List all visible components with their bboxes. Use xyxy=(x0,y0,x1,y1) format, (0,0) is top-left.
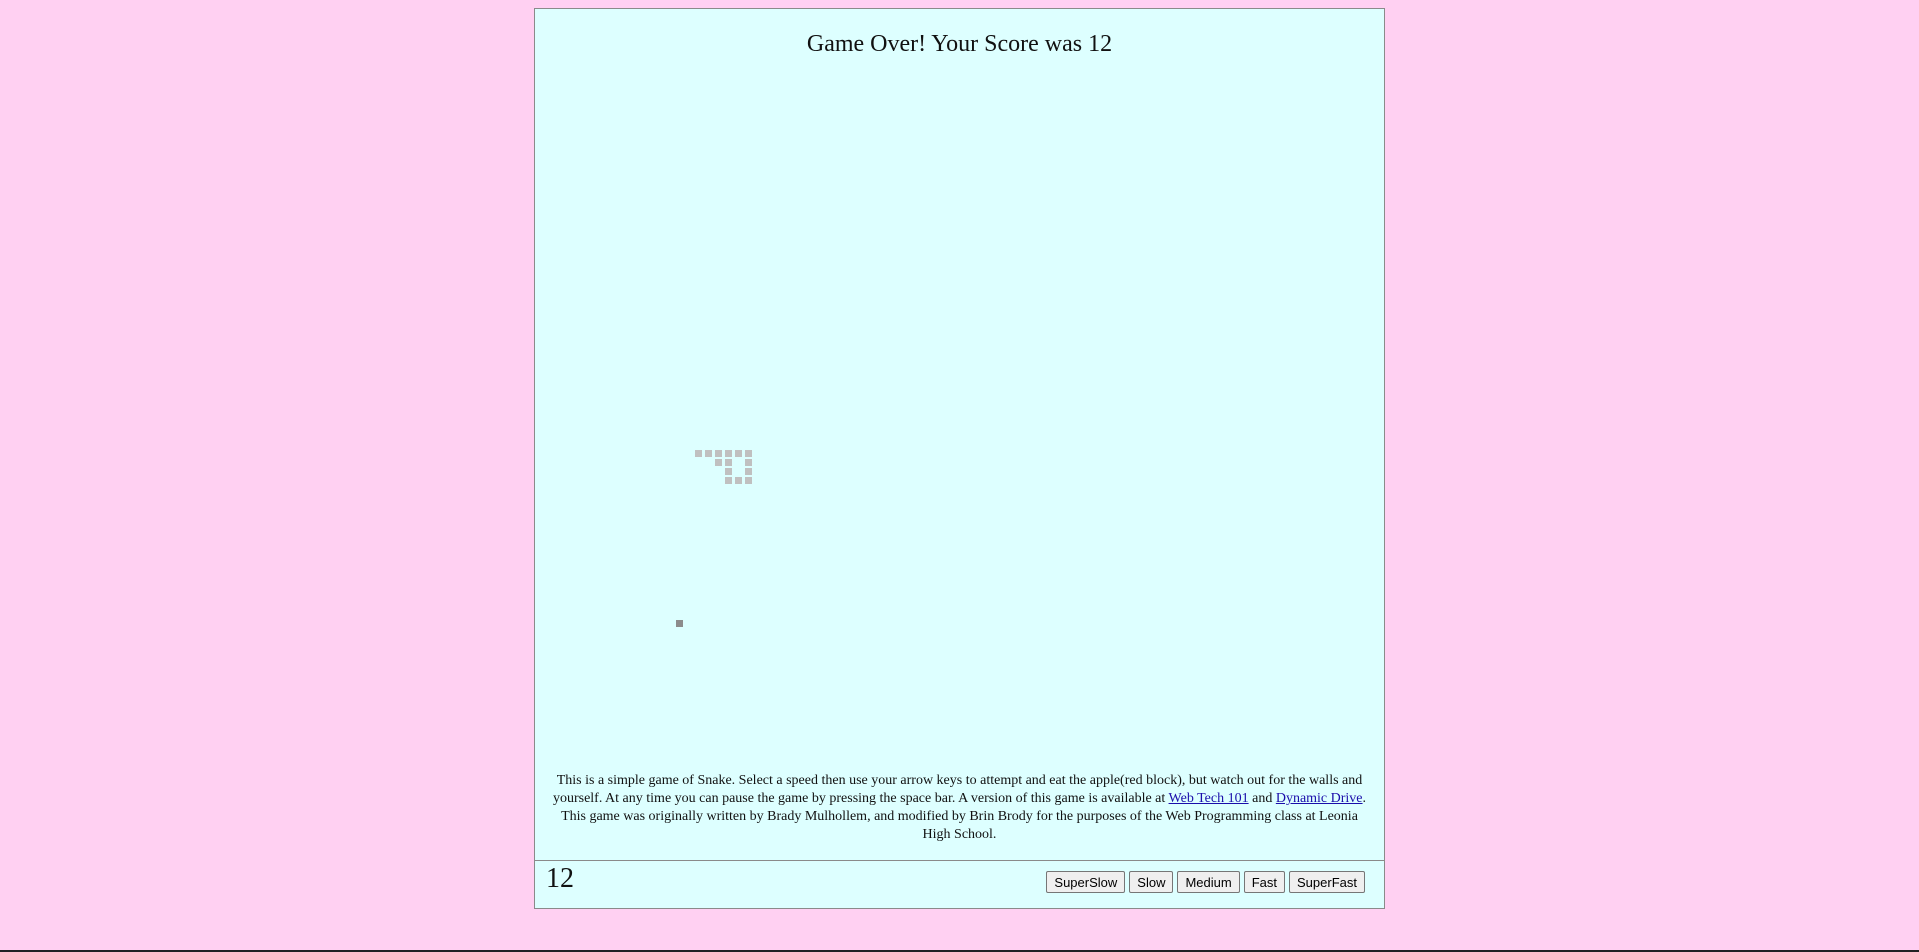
snake-segment xyxy=(715,450,722,457)
fast-button[interactable]: Fast xyxy=(1243,871,1286,893)
food-block xyxy=(676,620,683,627)
game-panel: Game Over! Your Score was 12 This is a s… xyxy=(534,8,1385,909)
snake-segment xyxy=(725,468,732,475)
slow-button[interactable]: Slow xyxy=(1129,871,1174,893)
snake-segment xyxy=(715,459,722,466)
snake-segment xyxy=(745,477,752,484)
snake-segment xyxy=(745,450,752,457)
snake-segment xyxy=(745,459,752,466)
snake-segment xyxy=(745,468,752,475)
dynamic-drive-link[interactable]: Dynamic Drive xyxy=(1276,791,1363,806)
superfast-button[interactable]: SuperFast xyxy=(1289,871,1365,893)
game-status-message: Game Over! Your Score was 12 xyxy=(806,31,1113,57)
web-tech-101-link[interactable]: Web Tech 101 xyxy=(1169,791,1249,806)
snake-segment xyxy=(725,459,732,466)
game-description: This is a simple game of Snake. Select a… xyxy=(551,772,1368,844)
control-bar: 12 SuperSlow Slow Medium Fast SuperFast xyxy=(535,860,1384,908)
medium-button[interactable]: Medium xyxy=(1177,871,1240,893)
superslow-button[interactable]: SuperSlow xyxy=(1046,871,1126,893)
snake-segment xyxy=(725,477,732,484)
snake-segment xyxy=(735,450,742,457)
snake-segment xyxy=(705,450,712,457)
snake-segment xyxy=(695,450,702,457)
snake-segment xyxy=(725,450,732,457)
speed-button-group: SuperSlow Slow Medium Fast SuperFast xyxy=(1046,871,1365,893)
score-display: 12 xyxy=(546,863,574,894)
snake-segment xyxy=(735,477,742,484)
description-text: and xyxy=(1248,791,1276,806)
